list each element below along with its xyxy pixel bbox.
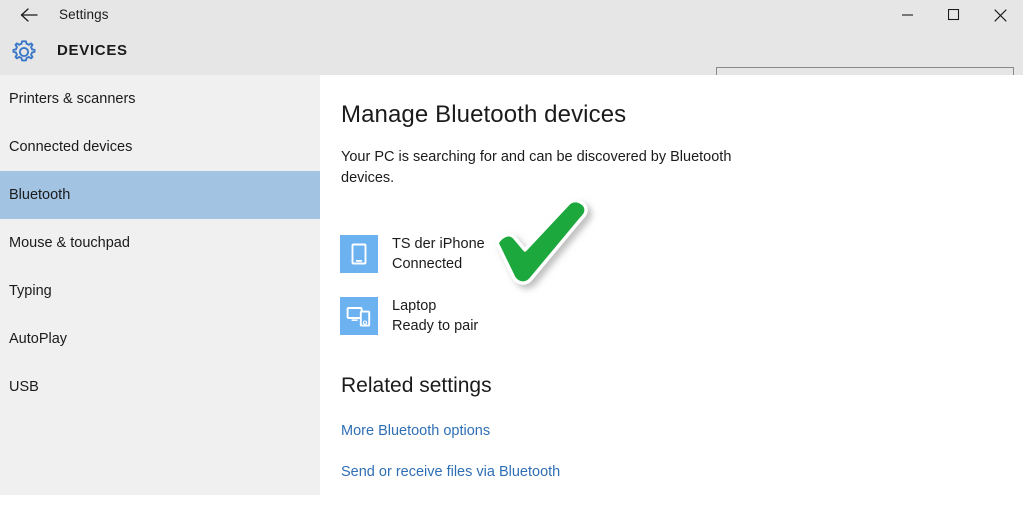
sidebar-item-label: Printers & scanners xyxy=(9,91,136,107)
sidebar-item-label: Connected devices xyxy=(9,139,133,155)
sidebar-item-label: Typing xyxy=(9,283,52,299)
minimize-icon xyxy=(902,9,914,21)
sidebar-item-printers-scanners[interactable]: Printers & scanners xyxy=(0,75,320,123)
settings-sidebar: Printers & scanners Connected devices Bl… xyxy=(0,75,320,495)
title-bar: Settings xyxy=(0,0,1023,30)
content-heading: Manage Bluetooth devices xyxy=(341,101,627,128)
more-bluetooth-options-link[interactable]: More Bluetooth options xyxy=(341,423,490,439)
device-text: Laptop Ready to pair xyxy=(392,296,478,336)
maximize-icon xyxy=(948,9,960,21)
back-button[interactable] xyxy=(8,0,50,30)
send-receive-files-link[interactable]: Send or receive files via Bluetooth xyxy=(341,464,560,480)
phone-icon xyxy=(340,235,378,273)
close-icon xyxy=(993,8,1007,22)
sidebar-item-autoplay[interactable]: AutoPlay xyxy=(0,315,320,363)
device-status: Ready to pair xyxy=(392,318,479,334)
minimize-button[interactable] xyxy=(885,0,931,30)
sidebar-item-connected-devices[interactable]: Connected devices xyxy=(0,123,320,171)
window-controls xyxy=(885,0,1023,30)
device-row-laptop[interactable]: Laptop Ready to pair xyxy=(340,285,740,347)
sidebar-item-typing[interactable]: Typing xyxy=(0,267,320,315)
sidebar-item-label: AutoPlay xyxy=(9,331,68,347)
sidebar-item-label: Bluetooth xyxy=(9,187,71,203)
settings-window: Settings DEVICES Printers & scanners Con… xyxy=(0,0,1023,508)
device-row-iphone[interactable]: TS der iPhone Connected xyxy=(340,223,740,285)
sidebar-item-bluetooth[interactable]: Bluetooth xyxy=(0,171,320,219)
settings-content: Manage Bluetooth devices Your PC is sear… xyxy=(320,75,1023,508)
window-title: Settings xyxy=(59,7,109,22)
sidebar-item-label: Mouse & touchpad xyxy=(9,235,130,251)
sidebar-item-usb[interactable]: USB xyxy=(0,363,320,411)
device-name: TS der iPhone xyxy=(392,236,485,252)
device-text: TS der iPhone Connected xyxy=(392,234,485,274)
page-title: DEVICES xyxy=(57,42,128,59)
close-button[interactable] xyxy=(977,0,1023,30)
device-name: Laptop xyxy=(392,298,437,314)
laptop-phone-icon xyxy=(340,297,378,335)
content-description: Your PC is searching for and can be disc… xyxy=(341,149,732,186)
gear-icon xyxy=(9,37,39,67)
device-status: Connected xyxy=(392,256,463,272)
page-header: DEVICES Find a setting xyxy=(0,30,1023,97)
bluetooth-device-list: TS der iPhone Connected Laptop Ready to … xyxy=(340,223,740,347)
sidebar-item-mouse-touchpad[interactable]: Mouse & touchpad xyxy=(0,219,320,267)
back-arrow-icon xyxy=(19,7,39,23)
maximize-button[interactable] xyxy=(931,0,977,30)
related-settings-heading: Related settings xyxy=(341,374,492,397)
sidebar-item-label: USB xyxy=(9,379,39,395)
